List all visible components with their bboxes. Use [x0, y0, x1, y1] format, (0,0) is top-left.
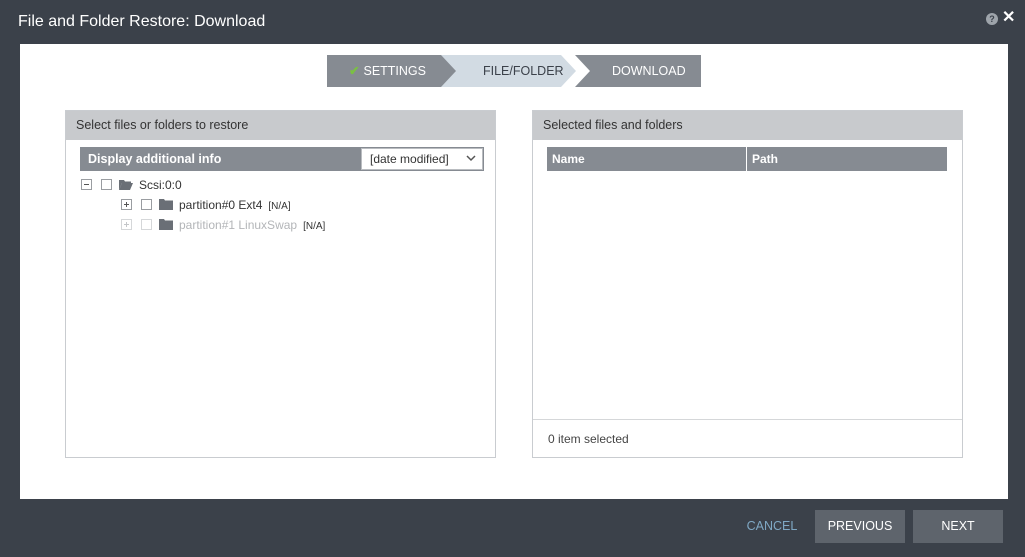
display-info-label: Display additional info [88, 152, 222, 166]
tree-checkbox [141, 219, 152, 230]
display-info-select-value: [date modified] [370, 152, 449, 166]
step-settings[interactable]: ✔ SETTINGS [327, 55, 459, 87]
tree-label: partition#0 Ext4 [179, 198, 263, 212]
tree-tag: [N/A] [303, 221, 326, 232]
wizard-steps: ✔ SETTINGS FILE/FOLDER DOWNLOAD [327, 55, 701, 87]
tree-label: Scsi:0:0 [139, 178, 182, 192]
expand-icon [121, 219, 132, 230]
column-path[interactable]: Path [752, 147, 778, 171]
tree-tag: [N/A] [268, 201, 291, 212]
step-download-label: DOWNLOAD [612, 64, 686, 78]
check-icon: ✔ [349, 64, 360, 78]
column-name[interactable]: Name [552, 147, 585, 171]
display-info-bar: Display additional info [date modified] [80, 147, 484, 171]
dialog-titlebar: File and Folder Restore: Download ? ✕ [0, 0, 1025, 44]
folder-icon [159, 219, 173, 230]
chevron-down-icon [466, 155, 476, 162]
selection-status: 0 item selected [533, 419, 962, 457]
tree-label-wrap: partition#0 Ext4 [N/A] [179, 198, 291, 212]
tree-label-wrap: partition#1 LinuxSwap [N/A] [179, 218, 325, 232]
step-settings-label: SETTINGS [363, 64, 426, 78]
tree-row[interactable]: partition#0 Ext4 [N/A] [121, 196, 481, 214]
tree-label: partition#1 LinuxSwap [179, 218, 298, 232]
tree-checkbox[interactable] [101, 179, 112, 190]
collapse-icon[interactable] [81, 179, 92, 190]
selected-files-header: Selected files and folders [533, 111, 962, 140]
select-files-header: Select files or folders to restore [66, 111, 495, 140]
dialog-title: File and Folder Restore: Download [18, 13, 266, 30]
tree-row: partition#1 LinuxSwap [N/A] [121, 216, 481, 234]
dialog-content: ✔ SETTINGS FILE/FOLDER DOWNLOAD Select fi… [20, 44, 1008, 499]
folder-open-icon [119, 180, 133, 190]
expand-icon[interactable] [121, 199, 132, 210]
close-icon[interactable]: ✕ [1002, 9, 1015, 27]
select-files-panel: Select files or folders to restore Displ… [65, 110, 496, 458]
selected-files-panel: Selected files and folders Name Path 0 i… [532, 110, 963, 458]
question-circle-icon[interactable]: ? [986, 13, 998, 25]
dialog-footer: CANCEL PREVIOUS NEXT [0, 500, 1025, 557]
selected-table-header: Name Path [547, 147, 947, 171]
restore-dialog: File and Folder Restore: Download ? ✕ ✔ S… [0, 0, 1025, 557]
folder-icon [159, 199, 173, 210]
step-download[interactable]: DOWNLOAD [575, 55, 701, 87]
step-settings-label-wrap: ✔ SETTINGS [349, 55, 426, 87]
display-info-select[interactable]: [date modified] [361, 148, 483, 170]
step-file-folder[interactable]: FILE/FOLDER [441, 55, 577, 87]
column-divider [746, 147, 747, 171]
next-button[interactable]: NEXT [913, 510, 1003, 543]
previous-button[interactable]: PREVIOUS [815, 510, 905, 543]
tree-row[interactable]: Scsi:0:0 [81, 176, 481, 194]
tree-checkbox[interactable] [141, 199, 152, 210]
cancel-button[interactable]: CANCEL [736, 510, 808, 543]
step-file-folder-label: FILE/FOLDER [483, 64, 564, 78]
